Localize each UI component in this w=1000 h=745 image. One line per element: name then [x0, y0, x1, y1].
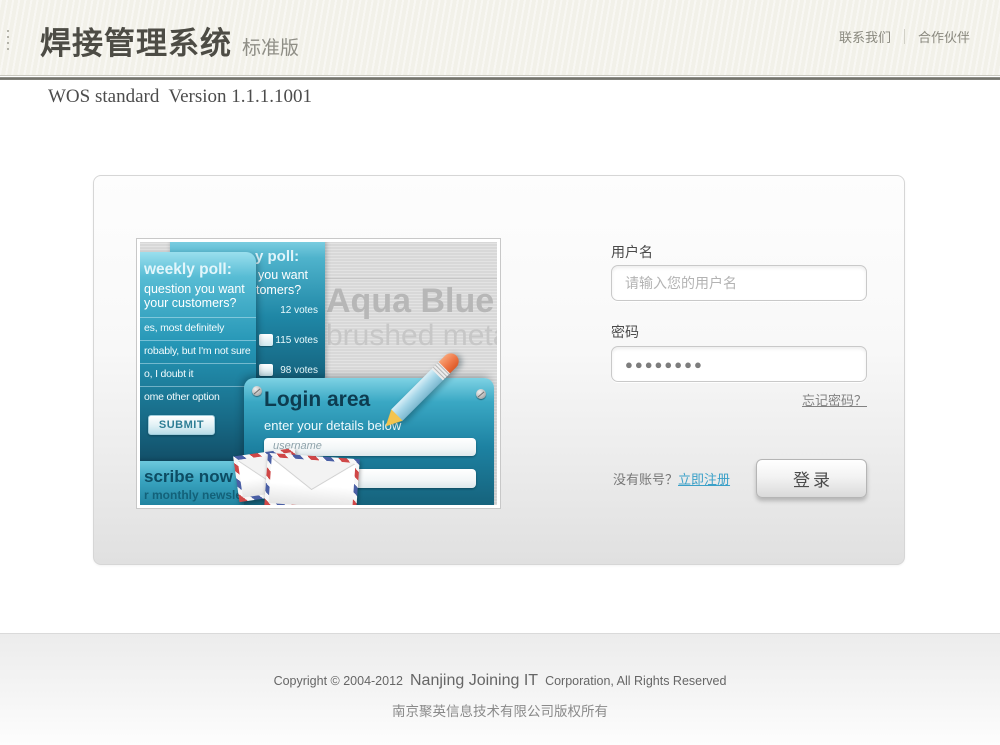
- graphic-username-field: username: [264, 438, 476, 456]
- weekly-poll-heading: weekly poll:: [144, 261, 232, 279]
- header-links: 联系我们 合作伙伴: [839, 27, 970, 46]
- copyright-suffix: Corporation, All Rights Reserved: [545, 674, 726, 688]
- header-rule: [0, 77, 1000, 80]
- graphic-username-placeholder: username: [264, 438, 476, 455]
- login-button[interactable]: 登录: [756, 459, 867, 498]
- poll-option: robably, but I'm not sure: [140, 340, 256, 363]
- back-poll-heading: y poll:: [255, 248, 299, 265]
- login-area-heading: Login area: [264, 388, 370, 412]
- username-input[interactable]: [611, 265, 867, 301]
- vote-count: 115 votes: [253, 335, 318, 346]
- forgot-password-wrap: 忘记密码？: [611, 390, 867, 410]
- weekly-poll-panel: weekly poll: question you want your cust…: [140, 252, 256, 461]
- copyright-prefix: Copyright © 2004-2012: [274, 674, 403, 688]
- back-poll-line1: you want: [258, 268, 308, 282]
- poll-option: es, most definitely: [140, 317, 256, 340]
- password-input[interactable]: [611, 346, 867, 382]
- brand-title: Aqua Blue: [326, 284, 497, 320]
- app-title: 焊接管理系统: [40, 26, 232, 61]
- poll-option: ome other option: [140, 386, 256, 409]
- footer: Copyright © 2004-2012 Nanjing Joining IT…: [0, 633, 1000, 745]
- partners-link[interactable]: 合作伙伴: [918, 27, 970, 46]
- copyright-line: Copyright © 2004-2012 Nanjing Joining IT…: [0, 672, 1000, 690]
- brand-text-block: Aqua Blue brushed metal: [326, 284, 497, 351]
- company-name-cn: 南京聚英信息技术有限公司版权所有: [0, 700, 1000, 720]
- weekly-poll-line2: your customers?: [144, 296, 236, 310]
- back-poll-line2: tomers?: [256, 283, 301, 297]
- no-account-text: 没有账号？: [613, 469, 678, 488]
- envelope-icon: [264, 453, 360, 505]
- link-divider: [904, 29, 905, 44]
- company-name-en: Nanjing Joining IT: [410, 672, 538, 690]
- header: 焊接管理系统标准版 联系我们 合作伙伴: [0, 0, 1000, 76]
- forgot-password-link[interactable]: 忘记密码？: [802, 393, 867, 408]
- poll-option: o, I doubt it: [140, 363, 256, 386]
- poll-options: es, most definitely robably, but I'm not…: [140, 317, 256, 409]
- vote-count: 98 votes: [253, 365, 318, 376]
- password-label: 密码: [611, 322, 639, 342]
- brand-subtitle: brushed metal: [326, 320, 497, 352]
- edge-texture-mark: [7, 30, 9, 50]
- account-row: 没有账号？ 立即注册 登录: [613, 459, 867, 498]
- register-link[interactable]: 立即注册: [678, 469, 730, 488]
- version-text: WOS standard Version 1.1.1.1001: [48, 86, 312, 108]
- preview-image: Aqua Blue brushed metal y poll: you want…: [140, 242, 497, 505]
- screw-icon: [252, 386, 262, 396]
- contact-us-link[interactable]: 联系我们: [839, 27, 891, 46]
- envelope-flap: [270, 457, 356, 492]
- vote-count: 12 votes: [253, 305, 318, 316]
- submit-button-graphic: SUBMIT: [148, 415, 215, 435]
- login-page: 焊接管理系统标准版 联系我们 合作伙伴 WOS standard Version…: [0, 0, 1000, 745]
- weekly-poll-line1: question you want: [144, 282, 245, 296]
- subscribe-line1: scribe now: [144, 467, 233, 487]
- screw-icon: [476, 389, 486, 399]
- username-label: 用户名: [611, 242, 653, 262]
- preview-image-frame: Aqua Blue brushed metal y poll: you want…: [136, 238, 501, 509]
- app-subtitle: 标准版: [242, 38, 299, 59]
- app-title-block: 焊接管理系统标准版: [40, 18, 299, 63]
- login-card: Aqua Blue brushed metal y poll: you want…: [93, 175, 905, 565]
